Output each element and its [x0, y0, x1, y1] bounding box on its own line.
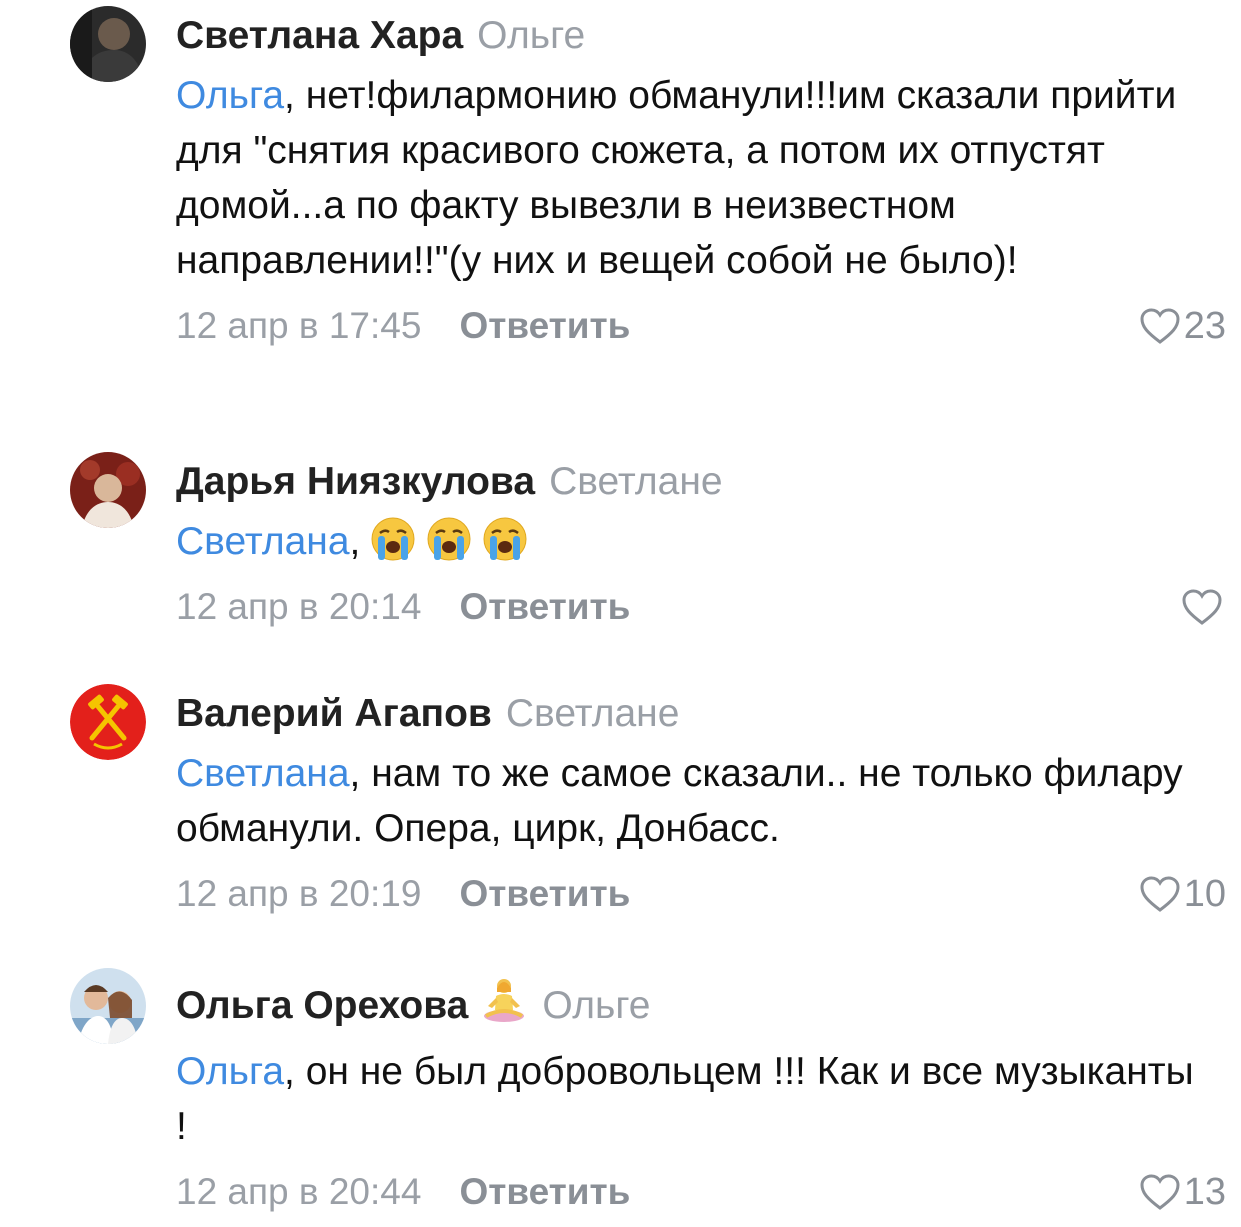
crying-face-icon [370, 516, 416, 562]
comment-body: , [349, 520, 361, 563]
timestamp[interactable]: 12 апр в 20:14 [176, 586, 421, 627]
like-count: 10 [1183, 873, 1226, 915]
like-button[interactable] [1180, 583, 1226, 631]
like-count: 13 [1183, 1171, 1226, 1213]
crying-face-icon [482, 516, 528, 562]
reply-button[interactable]: Ответить [459, 873, 630, 914]
timestamp[interactable]: 12 апр в 17:45 [176, 305, 421, 346]
reply-button[interactable]: Ответить [459, 1171, 630, 1212]
avatar[interactable] [70, 452, 146, 528]
author-name[interactable]: Светлана Хара [176, 14, 463, 57]
avatar[interactable] [70, 684, 146, 760]
reply-to[interactable]: Ольге [542, 984, 650, 1027]
reply-button[interactable]: Ответить [459, 305, 630, 346]
timestamp[interactable]: 12 апр в 20:44 [176, 1171, 421, 1212]
avatar-photo [70, 452, 146, 528]
comment-text: Ольга, нет!филармонию обманули!!!им сказ… [176, 68, 1206, 288]
mention-link[interactable]: Светлана [176, 520, 350, 563]
reply-to[interactable]: Ольге [477, 14, 585, 57]
crying-face-icon [426, 516, 472, 562]
avatar[interactable] [70, 968, 146, 1044]
mention-link[interactable]: Светлана [176, 752, 350, 795]
hammer-emblem-icon [70, 684, 146, 760]
author-name[interactable]: Валерий Агапов [176, 692, 492, 735]
like-button[interactable]: 13 [1138, 1168, 1226, 1216]
reply-to[interactable]: Светлане [506, 692, 680, 735]
reply-button[interactable]: Ответить [459, 586, 630, 627]
meditating-woman-icon [480, 976, 528, 1036]
author-name[interactable]: Дарья Ниязкулова [176, 460, 535, 503]
heart-outline-icon [1138, 874, 1182, 914]
reply-to[interactable]: Светлане [549, 460, 723, 503]
comment-text: Светлана, [176, 514, 1206, 569]
comment-body: , он не был добровольцем !!! Как и все м… [176, 1050, 1194, 1148]
like-count: 23 [1183, 305, 1226, 347]
heart-outline-icon [1180, 587, 1224, 627]
mention-link[interactable]: Ольга [176, 74, 284, 117]
like-button[interactable]: 10 [1138, 870, 1226, 918]
heart-outline-icon [1138, 1172, 1182, 1212]
avatar[interactable] [70, 6, 146, 82]
timestamp[interactable]: 12 апр в 20:19 [176, 873, 421, 914]
avatar-photo [70, 6, 146, 82]
comment-text: Светлана, нам то же самое сказали.. не т… [176, 746, 1206, 856]
author-name[interactable]: Ольга Орехова [176, 984, 468, 1027]
heart-outline-icon [1138, 306, 1182, 346]
mention-link[interactable]: Ольга [176, 1050, 284, 1093]
comment-text: Ольга, он не был добровольцем !!! Как и … [176, 1044, 1206, 1154]
comment-body: , нет!филармонию обманули!!!им сказали п… [176, 74, 1177, 282]
avatar-photo [70, 968, 146, 1044]
like-button[interactable]: 23 [1138, 302, 1226, 350]
